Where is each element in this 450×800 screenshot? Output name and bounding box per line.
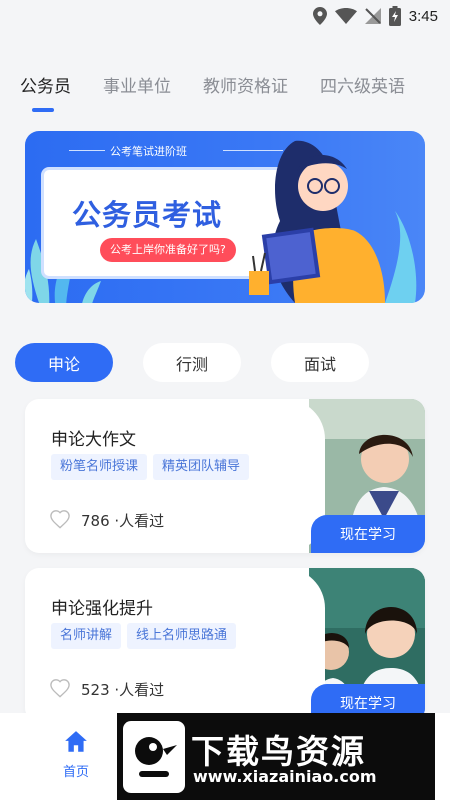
teacher-illustration (249, 140, 417, 303)
battery-charging-icon (388, 6, 401, 26)
wifi-icon (334, 8, 357, 24)
course-tags: 粉笔名师授课 精英团队辅导 (51, 454, 250, 480)
subject-chips: 申论 行测 面试 (15, 343, 369, 382)
promo-banner[interactable]: 公考笔试进阶班 公务员考试 公考上岸你准备好了吗? (25, 131, 425, 303)
banner-subtitle: 公考笔试进阶班 (110, 145, 187, 158)
tab-cet-english[interactable]: 四六级英语 (320, 72, 405, 102)
view-count: 523 ·人看过 (81, 681, 165, 699)
banner-pill: 公考上岸你准备好了吗? (100, 238, 236, 262)
course-title: 申论大作文 (51, 430, 136, 450)
watermark-banner: 下载鸟资源 www.xiazainiao.com (117, 713, 435, 800)
chip-xingce[interactable]: 行测 (143, 343, 241, 382)
course-tag: 粉笔名师授课 (51, 454, 148, 480)
study-now-button[interactable]: 现在学习 (311, 515, 425, 553)
course-card[interactable]: 申论强化提升 名师讲解 线上名师思路通 523 ·人看过 现在学习 (25, 568, 425, 722)
heart-icon[interactable] (49, 678, 71, 698)
nav-home[interactable]: 首页 (56, 729, 96, 780)
chip-interview[interactable]: 面试 (271, 343, 369, 382)
chip-shenlun[interactable]: 申论 (15, 343, 113, 382)
tab-teacher-certificate[interactable]: 教师资格证 (203, 72, 288, 102)
course-tag: 线上名师思路通 (127, 623, 237, 649)
nav-home-label: 首页 (62, 765, 89, 780)
bird-logo-icon (123, 721, 185, 793)
status-bar: 3:45 (0, 0, 450, 32)
tab-civil-servant[interactable]: 公务员 (20, 72, 71, 102)
view-count: 786 ·人看过 (81, 512, 165, 530)
watermark-url: www.xiazainiao.com (193, 767, 377, 786)
banner-title: 公务员考试 (72, 198, 223, 232)
active-tab-indicator (32, 108, 54, 112)
course-tag: 精英团队辅导 (153, 454, 250, 480)
course-card[interactable]: 申论大作文 粉笔名师授课 精英团队辅导 786 ·人看过 现在学习 (25, 399, 425, 553)
heart-icon[interactable] (49, 509, 71, 529)
course-tags: 名师讲解 线上名师思路通 (51, 623, 237, 649)
watermark-title: 下载鸟资源 (191, 732, 366, 771)
location-icon (312, 7, 327, 25)
signal-off-icon (364, 8, 381, 24)
home-icon (65, 731, 87, 752)
course-title: 申论强化提升 (51, 599, 153, 619)
banner-divider-left (69, 150, 105, 151)
status-time: 3:45 (408, 7, 438, 25)
tab-public-institution[interactable]: 事业单位 (103, 72, 171, 102)
category-tabs: 公务员 事业单位 教师资格证 四六级英语 (20, 72, 437, 102)
course-tag: 名师讲解 (51, 623, 122, 649)
